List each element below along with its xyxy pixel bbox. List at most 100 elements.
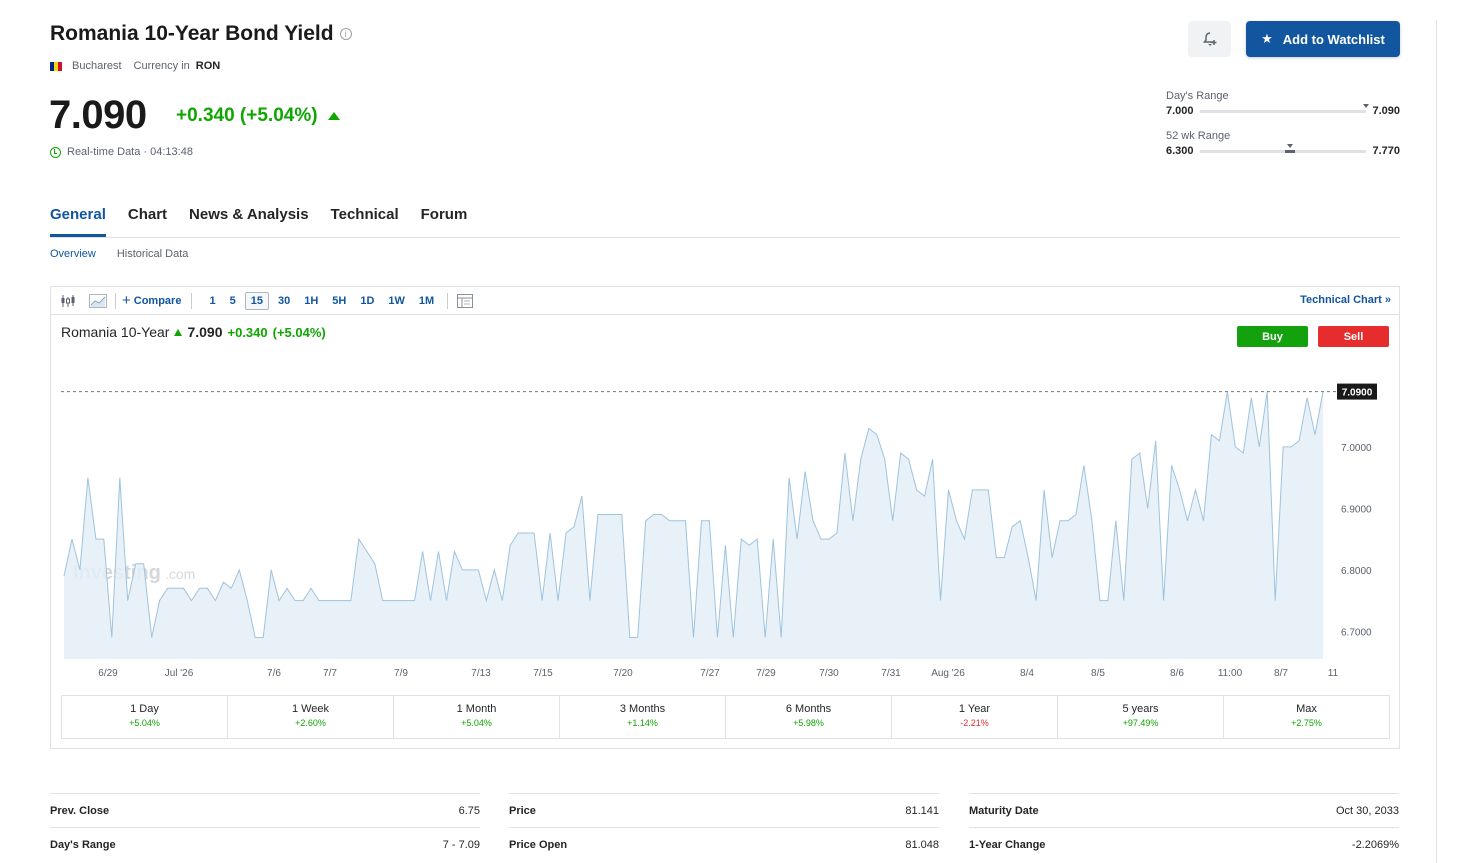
- subtab-overview[interactable]: Overview: [50, 248, 96, 260]
- technical-chart-link[interactable]: Technical Chart »: [1300, 294, 1391, 306]
- week52-range: 52 wk Range 6.300 7.770: [1166, 130, 1400, 157]
- tab-chart[interactable]: Chart: [128, 204, 167, 237]
- price-chart[interactable]: Investing.com7.09007.00006.90006.80006.7…: [51, 287, 1399, 687]
- performance-period[interactable]: 1 Week +2.60%: [228, 696, 394, 738]
- chart-change-pct: (+5.04%): [272, 324, 326, 340]
- week52-range-marker: [1286, 143, 1293, 148]
- x-tick-label: 8/7: [1274, 668, 1288, 679]
- interval-1d[interactable]: 1D: [355, 293, 379, 309]
- stat-value: -2.2069%: [1351, 838, 1399, 851]
- candlestick-icon[interactable]: [57, 292, 79, 310]
- day-range-high: 7.090: [1372, 105, 1400, 117]
- currency-code: RON: [195, 60, 221, 72]
- week52-range-label: 52 wk Range: [1166, 130, 1231, 142]
- plus-icon: +: [122, 292, 131, 309]
- performance-period[interactable]: 5 years +97.49%: [1058, 696, 1224, 738]
- stat-row: Day's Range 7 - 7.09: [50, 827, 480, 861]
- stat-label: Day's Range: [50, 838, 116, 851]
- layout-icon[interactable]: [454, 292, 476, 310]
- week52-range-low: 6.300: [1166, 145, 1194, 157]
- performance-value: +5.04%: [461, 718, 492, 728]
- stat-row: Maturity Date Oct 30, 2033: [969, 793, 1399, 827]
- tab-news-analysis[interactable]: News & Analysis: [189, 204, 309, 237]
- interval-1[interactable]: 1: [204, 293, 220, 309]
- x-tick-label: 8/5: [1091, 668, 1105, 679]
- x-tick-label: 7/30: [819, 668, 839, 679]
- interval-5[interactable]: 5: [225, 293, 241, 309]
- tab-general[interactable]: General: [50, 204, 106, 237]
- x-tick-label: 7/7: [323, 668, 337, 679]
- chart-legend: Romania 10-Year 7.090 +0.340 (+5.04%): [61, 324, 326, 340]
- realtime-status: Real-time Data · 04:13:48: [50, 146, 193, 158]
- chart-price: 7.090: [187, 324, 223, 340]
- subtab-historical-data[interactable]: Historical Data: [117, 248, 189, 260]
- last-price-label: 7.0900: [1342, 388, 1373, 399]
- x-tick-label: 11:00: [1218, 668, 1243, 679]
- sub-tabs: Overview Historical Data: [50, 248, 188, 260]
- price-change-value: +0.340 (+5.04%): [176, 105, 318, 126]
- chart-change: +0.340: [227, 324, 268, 340]
- x-tick-label: 8/4: [1020, 668, 1034, 679]
- x-tick-label: 11: [1328, 668, 1339, 679]
- x-tick-label: 7/9: [394, 668, 408, 679]
- performance-period[interactable]: 6 Months +5.98%: [726, 696, 892, 738]
- area-chart-icon[interactable]: [87, 292, 109, 310]
- performance-label: 1 Month: [456, 703, 497, 715]
- performance-period[interactable]: 3 Months +1.14%: [560, 696, 726, 738]
- interval-1w[interactable]: 1W: [383, 293, 410, 309]
- watermark-suffix: .com: [165, 566, 195, 582]
- stat-value: 7 - 7.09: [442, 838, 480, 851]
- day-range-bar: [1199, 103, 1370, 113]
- performance-period[interactable]: 1 Year -2.21%: [892, 696, 1058, 738]
- day-range-label: Day's Range: [1166, 90, 1229, 102]
- create-alert-button[interactable]: [1188, 21, 1231, 57]
- interval-15[interactable]: 15: [244, 291, 269, 310]
- tab-technical[interactable]: Technical: [331, 204, 399, 237]
- x-tick-label: 7/20: [613, 668, 633, 679]
- compare-button[interactable]: + Compare: [122, 292, 181, 309]
- stat-value: 81.048: [905, 838, 939, 851]
- stat-label: Price Open: [509, 838, 568, 851]
- interval-30[interactable]: 30: [273, 293, 295, 309]
- week52-day-segment: [1284, 149, 1295, 153]
- tab-forum[interactable]: Forum: [421, 204, 468, 237]
- performance-value: -2.21%: [960, 718, 989, 728]
- toolbar-divider: [115, 292, 116, 309]
- toolbar-divider: [191, 292, 193, 309]
- price-change: +0.340 (+5.04%): [176, 105, 340, 127]
- day-range: Day's Range 7.000 7.090: [1166, 90, 1400, 117]
- realtime-text: Real-time Data · 04:13:48: [67, 146, 193, 158]
- week52-range-bar: [1199, 143, 1367, 153]
- interval-5h[interactable]: 5H: [327, 293, 351, 309]
- info-icon[interactable]: i: [339, 28, 352, 40]
- week52-range-high: 7.770: [1372, 145, 1400, 157]
- performance-period[interactable]: Max +2.75%: [1224, 696, 1389, 738]
- stats-column-1: Prev. Close 6.75 Day's Range 7 - 7.09: [50, 793, 480, 861]
- compare-label: Compare: [133, 294, 182, 307]
- interval-1h[interactable]: 1H: [299, 293, 323, 309]
- stat-value: 81.141: [905, 804, 939, 817]
- side-panel-edge: [1436, 20, 1457, 863]
- performance-label: 1 Day: [130, 703, 159, 715]
- performance-value: +2.60%: [295, 718, 326, 728]
- stat-label: 1-Year Change: [969, 838, 1046, 851]
- performance-label: 1 Year: [958, 703, 991, 715]
- performance-label: 5 years: [1122, 703, 1159, 715]
- x-tick-label: 7/31: [881, 668, 901, 679]
- star-icon: ★: [1261, 31, 1273, 46]
- buy-button[interactable]: Buy: [1237, 326, 1308, 347]
- y-tick-label: 7.0000: [1341, 443, 1372, 454]
- stat-label: Prev. Close: [50, 804, 110, 817]
- sell-button[interactable]: Sell: [1318, 326, 1389, 347]
- interval-1m[interactable]: 1M: [414, 293, 439, 309]
- clock-icon: [50, 146, 61, 158]
- performance-period[interactable]: 1 Day +5.04%: [62, 696, 228, 738]
- performance-period[interactable]: 1 Month +5.04%: [394, 696, 560, 738]
- chart-toolbar: + Compare 1 5 15 30 1H 5H 1D 1W 1M Techni…: [51, 287, 1399, 315]
- y-tick-label: 6.9000: [1341, 504, 1372, 515]
- stats-column-2: Price 81.141 Price Open 81.048: [509, 793, 939, 861]
- x-tick-label: Aug '26: [931, 668, 965, 679]
- chart-instrument-name: Romania 10-Year: [61, 324, 170, 340]
- add-to-watchlist-button[interactable]: ★ Add to Watchlist: [1246, 21, 1400, 57]
- x-tick-label: 7/29: [756, 668, 776, 679]
